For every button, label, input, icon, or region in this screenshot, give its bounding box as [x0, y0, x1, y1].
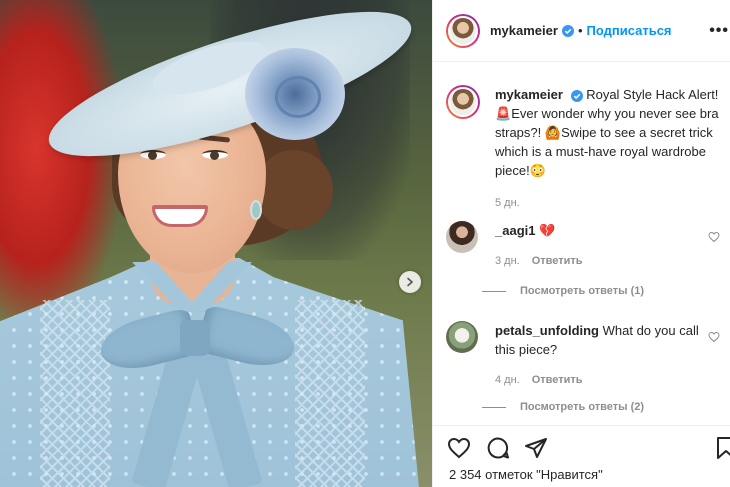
hat-flower: [245, 48, 345, 140]
comment-text: 💔: [539, 223, 556, 238]
heart-icon[interactable]: [708, 231, 720, 243]
comment-username[interactable]: petals_unfolding: [495, 323, 599, 338]
author-username[interactable]: mykameier: [490, 23, 558, 38]
view-replies-label: Посмотреть ответы (2): [520, 401, 645, 413]
reply-button[interactable]: Ответить: [532, 374, 583, 386]
likes-count[interactable]: 2 354 отметок "Нравится": [449, 467, 603, 482]
replies-divider: [482, 290, 506, 292]
commenter-avatar[interactable]: [446, 321, 478, 353]
comment-icon[interactable]: [486, 436, 510, 460]
view-replies-button[interactable]: Посмотреть ответы (1): [482, 285, 644, 297]
author-avatar[interactable]: [446, 13, 480, 48]
eye-left: [140, 150, 166, 160]
more-options-button[interactable]: •••: [709, 22, 729, 40]
comment-body: _aagi1 💔 3 дн. Ответить: [495, 221, 700, 271]
verified-badge-icon: [570, 89, 583, 102]
post-side-panel: mykameier • Подписаться ••• mykameier Ro…: [432, 0, 730, 487]
bookmark-icon[interactable]: [714, 436, 730, 460]
comment-meta: 4 дн. Ответить: [495, 371, 700, 390]
caption-time: 5 дн.: [495, 197, 520, 209]
eye-right: [202, 150, 228, 160]
comment-meta: 3 дн. Ответить: [495, 252, 700, 271]
comment-time: 4 дн.: [495, 374, 520, 386]
replies-divider: [482, 406, 506, 408]
comment-body: petals_unfolding What do you call this p…: [495, 321, 700, 390]
caption-emoji-2: 🙆: [544, 125, 562, 140]
reply-button[interactable]: Ответить: [532, 255, 583, 267]
bow-knot: [180, 320, 210, 356]
caption-text-1: Royal Style Hack Alert!: [586, 87, 719, 102]
action-bar: [433, 425, 730, 461]
post-header: mykameier • Подписаться •••: [433, 0, 730, 62]
view-replies-label: Посмотреть ответы (1): [520, 285, 645, 297]
next-slide-button[interactable]: [399, 271, 421, 293]
caption-emoji-1: 🚨: [495, 106, 512, 121]
caption-body: mykameier Royal Style Hack Alert! 🚨Ever …: [495, 85, 727, 213]
earring: [250, 200, 262, 220]
lace-panel-right: [295, 300, 365, 487]
hair-bun: [255, 150, 333, 230]
chevron-right-icon: [407, 277, 414, 287]
post-photo[interactable]: [0, 0, 432, 487]
caption-avatar[interactable]: [446, 85, 480, 119]
caption-username[interactable]: mykameier: [495, 87, 563, 102]
share-icon[interactable]: [524, 436, 548, 460]
header-separator: •: [577, 23, 583, 38]
commenter-avatar[interactable]: [446, 221, 478, 253]
lace-panel-left: [40, 300, 110, 487]
view-replies-button[interactable]: Посмотреть ответы (2): [482, 401, 644, 413]
comment-time: 3 дн.: [495, 255, 520, 267]
heart-icon[interactable]: [708, 331, 720, 343]
background-blur-red: [0, 0, 120, 330]
like-heart-icon[interactable]: [447, 436, 471, 460]
verified-badge-icon: [561, 24, 574, 37]
comment-username[interactable]: _aagi1: [495, 223, 535, 238]
caption-emoji-3: 😳: [529, 163, 546, 178]
follow-button[interactable]: Подписаться: [587, 23, 672, 38]
comments-list[interactable]: mykameier Royal Style Hack Alert! 🚨Ever …: [433, 63, 730, 425]
